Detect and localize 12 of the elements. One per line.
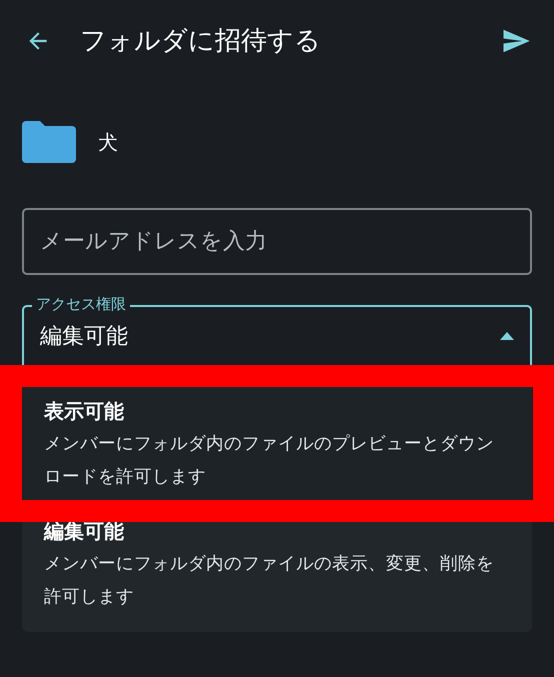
menu-option[interactable]: 編集可能 メンバーにフォルダ内のファイルの表示、変更、削除を許可します [22, 500, 532, 614]
option-title: 編集可能 [44, 518, 125, 545]
option-description: メンバーにフォルダ内のファイルのプレビューとダウンロードを許可します [44, 433, 495, 489]
dropdown-value: 編集可能 [40, 322, 128, 350]
option-description: メンバーにフォルダ内のファイルの表示、変更、削除を許可します [44, 553, 495, 609]
window-title: フォルダに招待する [80, 24, 321, 58]
email-field[interactable]: メールアドレスを入力 [22, 208, 532, 275]
option-title: 表示可能 [44, 398, 125, 425]
folder-name: 犬 [98, 129, 118, 156]
folder-icon [22, 121, 76, 163]
menu-option[interactable]: 表示可能 メンバーにフォルダ内のファイルのプレビューとダウンロードを許可します [22, 388, 532, 500]
dropdown-label: アクセス権限 [32, 294, 130, 314]
